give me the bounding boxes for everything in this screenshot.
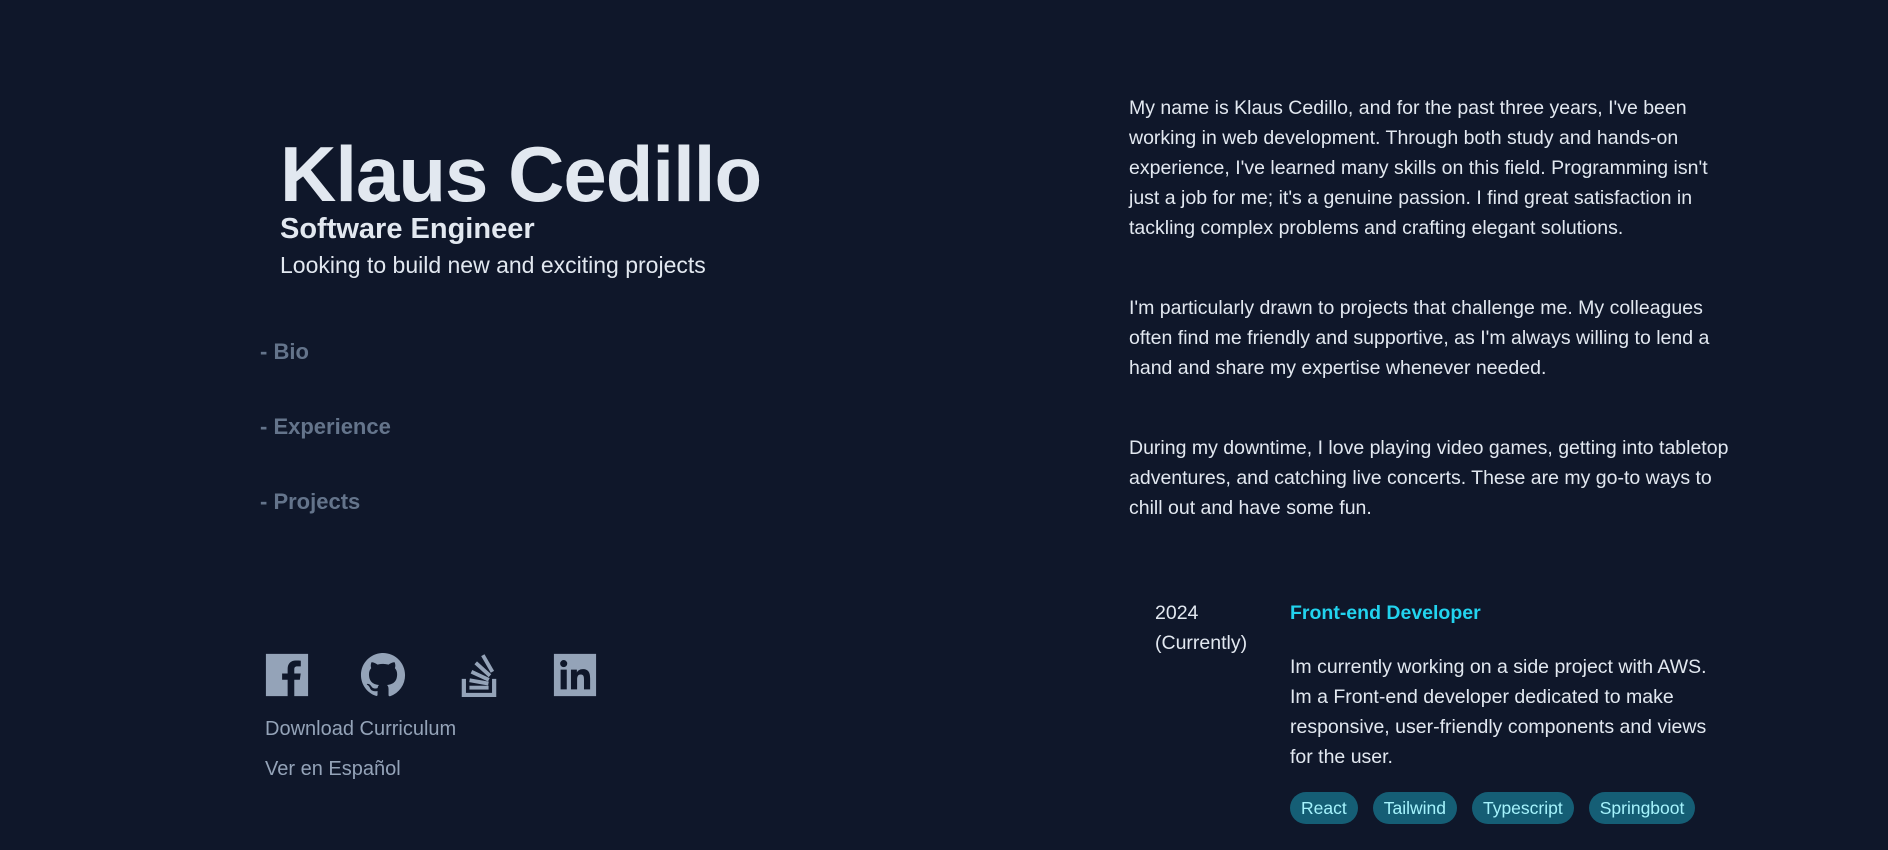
nav-item-experience[interactable]: - Experience bbox=[260, 411, 391, 443]
facebook-icon[interactable] bbox=[264, 652, 310, 698]
spanish-version-link[interactable]: Ver en Español bbox=[265, 756, 401, 782]
experience-year: 2024 bbox=[1155, 602, 1199, 624]
stackoverflow-icon[interactable] bbox=[456, 652, 502, 698]
tech-tags: React Tailwind Typescript Springboot bbox=[1290, 792, 1710, 824]
job-title: Software Engineer bbox=[280, 213, 535, 245]
tech-tag: Typescript bbox=[1471, 792, 1574, 824]
nav-item-bio[interactable]: - Bio bbox=[260, 336, 391, 368]
nav-item-projects[interactable]: - Projects bbox=[260, 486, 391, 518]
social-links bbox=[264, 652, 598, 698]
bio-section: My name is Klaus Cedillo, and for the pa… bbox=[1129, 93, 1729, 573]
section-nav: - Bio - Experience - Projects bbox=[260, 336, 391, 561]
bio-paragraph: During my downtime, I love playing video… bbox=[1129, 437, 1729, 519]
portfolio-page: Klaus Cedillo Software Engineer Looking … bbox=[0, 0, 1888, 850]
page-title: Klaus Cedillo bbox=[280, 130, 762, 218]
experience-status: (Currently) bbox=[1155, 632, 1248, 654]
tagline: Looking to build new and exciting projec… bbox=[280, 252, 706, 278]
experience-body: Front-end Developer Im currently working… bbox=[1290, 598, 1710, 824]
experience-title[interactable]: Front-end Developer bbox=[1290, 598, 1710, 628]
tech-tag: Springboot bbox=[1588, 792, 1696, 824]
tech-tag: React bbox=[1290, 792, 1358, 824]
github-icon[interactable] bbox=[360, 652, 406, 698]
experience-description: Im currently working on a side project w… bbox=[1290, 656, 1707, 768]
bio-paragraph: I'm particularly drawn to projects that … bbox=[1129, 297, 1710, 379]
experience-date: 2024 (Currently) bbox=[1155, 598, 1275, 658]
linkedin-icon[interactable] bbox=[552, 652, 598, 698]
bio-paragraph: My name is Klaus Cedillo, and for the pa… bbox=[1129, 97, 1708, 239]
download-cv-link[interactable]: Download Curriculum bbox=[265, 716, 456, 742]
tech-tag: Tailwind bbox=[1372, 792, 1457, 824]
